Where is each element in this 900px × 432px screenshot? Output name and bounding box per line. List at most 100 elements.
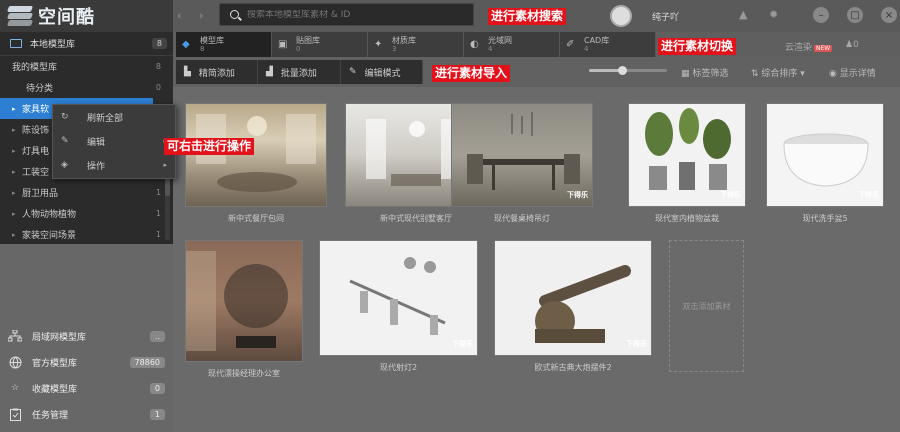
tree-item-count: 0 bbox=[155, 83, 161, 92]
asset-card[interactable]: 现代漂操经理办公室 bbox=[185, 240, 303, 379]
asset-watermark: 下得乐 bbox=[720, 191, 741, 199]
new-badge: NEW bbox=[814, 45, 833, 52]
asset-card[interactable]: 下得乐 现代室内植物盆栽 bbox=[628, 103, 746, 224]
tree-item[interactable]: 我的模型库 8 bbox=[0, 56, 173, 77]
favorites-library[interactable]: ☆ 收藏模型库 0 bbox=[0, 376, 173, 400]
tree-item[interactable]: 待分类 0 bbox=[0, 77, 173, 98]
expand-arrow-icon[interactable]: ▸ bbox=[12, 231, 22, 239]
simple-add-button[interactable]: ▙ 精简添加 bbox=[176, 60, 258, 84]
asset-card[interactable]: 新中式餐厅包间 bbox=[185, 103, 327, 224]
back-arrow-icon[interactable]: ‹ bbox=[177, 9, 181, 22]
star-icon: ☆ bbox=[10, 383, 20, 393]
lan-library-label: 局域网模型库 bbox=[32, 332, 87, 343]
tab-cad[interactable]: ✐ CAD库 4 bbox=[560, 32, 656, 57]
local-library-header[interactable]: 本地模型库 8 bbox=[0, 32, 173, 56]
expand-arrow-icon[interactable]: ▸ bbox=[12, 126, 22, 134]
gear-icon[interactable]: ✹ bbox=[769, 8, 778, 21]
library-tabs: ◆ 模型库 8 ▣ 贴图库 0 ✦ 材质库 3 ◐ 光域网 4 ✐ CAD库 4 云渲染 NEW ♟0 bbox=[173, 32, 900, 57]
zoom-slider[interactable] bbox=[589, 66, 667, 75]
expand-arrow-icon[interactable]: ▸ bbox=[12, 189, 22, 197]
menu-item-refresh-all[interactable]: ↻ 刷新全部 bbox=[53, 105, 175, 129]
minimize-button[interactable]: – bbox=[813, 7, 829, 23]
asset-card[interactable]: 下得乐 现代射灯2 bbox=[319, 240, 478, 373]
asset-thumbnail[interactable]: 下得乐 bbox=[494, 240, 652, 356]
tree-item[interactable]: ▸ 厨卫用品 1 bbox=[0, 182, 173, 203]
asset-thumbnail[interactable]: 下得乐 bbox=[628, 103, 746, 207]
slider-knob[interactable] bbox=[617, 66, 627, 75]
asset-name: 现代漂操经理办公室 bbox=[208, 369, 280, 378]
asset-watermark: 下得乐 bbox=[626, 340, 647, 348]
sidebar: 空间酷 本地模型库 8 我的模型库 8 待分类 0 ▸ 家具软 ▸ 陈设饰 ▸ 灯具电 ▸ 工装空 ▸ 厨… bbox=[0, 0, 173, 432]
menu-item-operate[interactable]: ◈ 操作 ▸ bbox=[53, 153, 175, 177]
pencil-icon: ✎ bbox=[61, 136, 69, 146]
close-button[interactable]: × bbox=[881, 7, 897, 23]
forward-arrow-icon[interactable]: › bbox=[199, 9, 203, 22]
tab-text: 材质库 3 bbox=[392, 36, 416, 53]
show-details-label: 显示详情 bbox=[839, 69, 876, 79]
bell-icon[interactable]: ▲ bbox=[739, 8, 747, 21]
menu-item-edit[interactable]: ✎ 编辑 ▸ bbox=[53, 129, 175, 153]
light-icon: ◐ bbox=[470, 39, 479, 50]
callout-right-click: 可右击进行操作 bbox=[164, 138, 255, 155]
tree-item-count: 1 bbox=[155, 209, 161, 218]
cube-icon: ◆ bbox=[182, 39, 190, 50]
show-details-button[interactable]: ◉ 显示详情 bbox=[829, 66, 876, 79]
expand-arrow-icon[interactable]: ▸ bbox=[12, 168, 22, 176]
tree-item-label: 家装空间场景 bbox=[22, 231, 77, 241]
cloud-render-button[interactable]: 云渲染 NEW bbox=[785, 40, 833, 53]
expand-arrow-icon[interactable]: ▸ bbox=[12, 105, 22, 113]
tree-item[interactable]: ▸ 人物动物植物 1 bbox=[0, 203, 173, 224]
tab-label: 光域网 bbox=[488, 35, 512, 45]
asset-thumbnail[interactable]: 下得乐 bbox=[319, 240, 478, 356]
tab-count: 4 bbox=[584, 44, 589, 53]
asset-name: 现代餐桌椅吊灯 bbox=[494, 214, 550, 223]
tree-item-label: 灯具电 bbox=[22, 147, 50, 157]
tab-label: 贴图库 bbox=[296, 35, 320, 45]
tree-item-label: 厨卫用品 bbox=[22, 189, 59, 199]
user-count[interactable]: ♟0 bbox=[845, 40, 859, 50]
cad-icon: ✐ bbox=[566, 39, 575, 50]
batch-add-button[interactable]: ▟ 批量添加 bbox=[258, 60, 341, 84]
asset-thumbnail[interactable] bbox=[185, 103, 327, 207]
tree-item[interactable]: ▸ 家装空间场景 1 bbox=[0, 224, 173, 245]
submenu-arrow-icon: ▸ bbox=[163, 161, 167, 169]
avatar[interactable] bbox=[610, 5, 632, 27]
search-icon[interactable] bbox=[230, 10, 239, 19]
tab-label: 模型库 bbox=[200, 35, 224, 45]
search-input[interactable] bbox=[247, 9, 447, 20]
asset-card[interactable]: 下得乐 欧式新古典大炮摆件2 bbox=[494, 240, 652, 373]
edit-mode-button[interactable]: ✎ 编辑模式 bbox=[341, 60, 423, 84]
task-manager-label: 任务管理 bbox=[32, 410, 69, 421]
tab-text: 模型库 8 bbox=[200, 35, 224, 53]
add-asset-placeholder[interactable]: 双击添加素材 bbox=[669, 240, 744, 372]
monitor-icon bbox=[10, 39, 22, 48]
asset-card[interactable]: 下得乐 现代餐桌椅吊灯 bbox=[451, 103, 593, 224]
clipboard-icon bbox=[8, 407, 22, 421]
asset-thumbnail[interactable]: 下得乐 bbox=[766, 103, 884, 207]
tab-text: CAD库 4 bbox=[584, 36, 609, 53]
asset-thumbnail[interactable] bbox=[185, 240, 303, 362]
expand-arrow-icon[interactable]: ▸ bbox=[12, 147, 22, 155]
task-manager[interactable]: 任务管理 1 bbox=[0, 402, 173, 426]
asset-watermark: 下得乐 bbox=[452, 340, 473, 348]
asset-thumbnail[interactable]: 下得乐 bbox=[451, 103, 593, 207]
official-library[interactable]: 官方模型库 78860 bbox=[0, 350, 173, 374]
tab-ies[interactable]: ◐ 光域网 4 bbox=[464, 32, 560, 57]
maximize-button[interactable]: □ bbox=[847, 7, 863, 23]
image-icon: ▣ bbox=[278, 39, 288, 50]
tab-models[interactable]: ◆ 模型库 8 bbox=[176, 32, 272, 57]
tab-textures[interactable]: ▣ 贴图库 0 bbox=[272, 32, 368, 57]
context-menu: ↻ 刷新全部 ✎ 编辑 ▸ ◈ 操作 ▸ bbox=[52, 104, 176, 179]
user-count-value: 0 bbox=[853, 40, 859, 50]
asset-watermark: 下得乐 bbox=[858, 191, 879, 199]
app-window: 空间酷 本地模型库 8 我的模型库 8 待分类 0 ▸ 家具软 ▸ 陈设饰 ▸ 灯具电 ▸ 工装空 ▸ 厨… bbox=[0, 0, 900, 432]
lan-library[interactable]: 局域网模型库 .. bbox=[0, 324, 173, 348]
asset-card[interactable]: 下得乐 现代洗手盆5 bbox=[766, 103, 884, 224]
username[interactable]: 纯子吖 bbox=[652, 10, 679, 23]
expand-arrow-icon[interactable]: ▸ bbox=[12, 210, 22, 218]
tab-count: 4 bbox=[488, 44, 493, 53]
tab-materials[interactable]: ✦ 材质库 3 bbox=[368, 32, 464, 57]
tag-filter-button[interactable]: ▦ 标签筛选 bbox=[681, 66, 728, 79]
tag-filter-label: 标签筛选 bbox=[692, 69, 729, 79]
sort-dropdown[interactable]: ⇅ 综合排序 ▾ bbox=[751, 66, 805, 79]
